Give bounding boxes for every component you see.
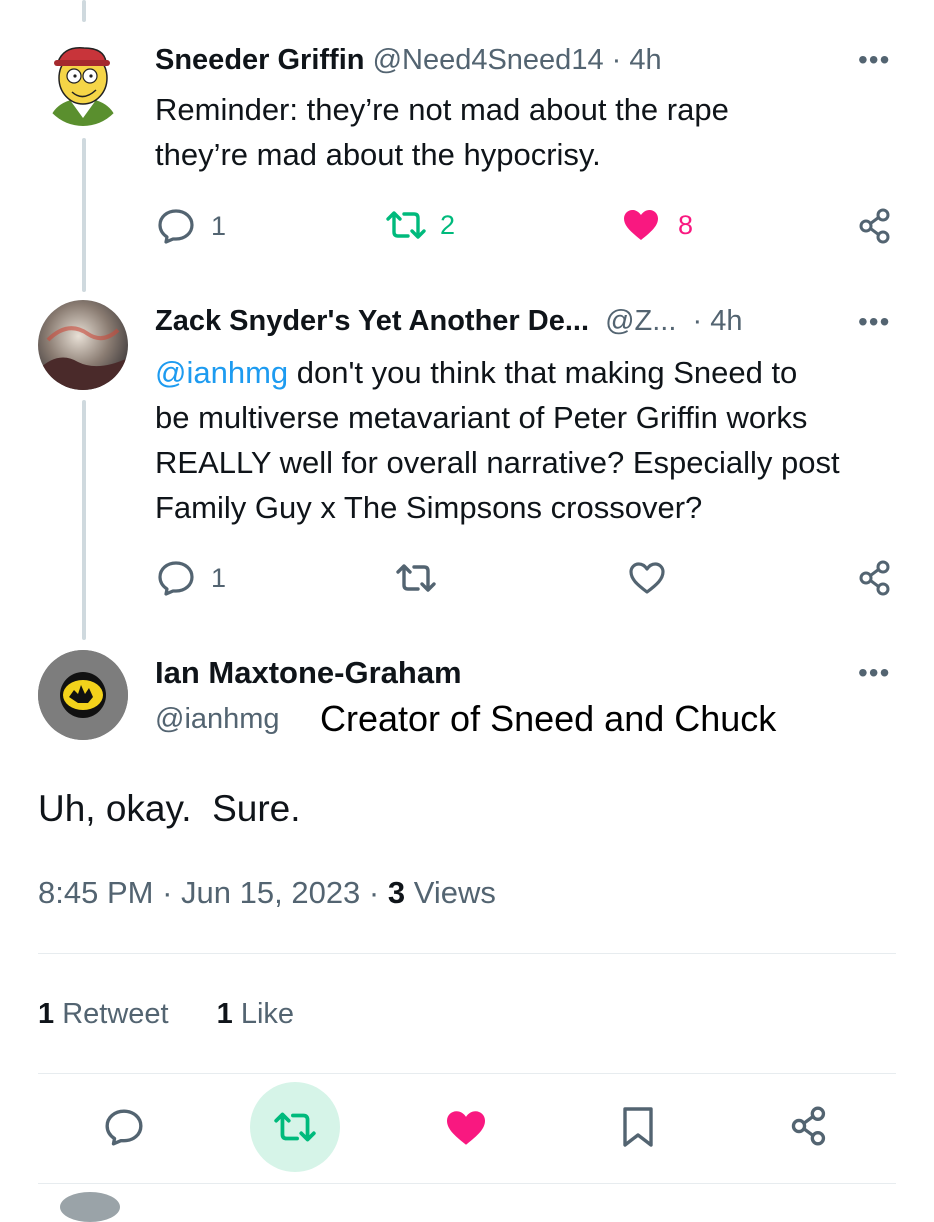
avatar[interactable] (40, 40, 126, 126)
bookmark-button[interactable] (621, 1106, 655, 1148)
separator: · (692, 305, 703, 337)
like-button[interactable]: 8 (622, 208, 693, 242)
display-name[interactable]: Zack Snyder's Yet Another De... (155, 305, 589, 337)
like-button[interactable] (628, 561, 666, 595)
tweet-text: Uh, okay. Sure. (38, 788, 301, 829)
retweets-stat[interactable]: 1 Retweet (38, 998, 177, 1030)
reply-icon (105, 1109, 143, 1146)
mention-link[interactable]: @ianhmg (155, 355, 288, 390)
divider (38, 1183, 896, 1184)
reply-button[interactable]: 1 (157, 560, 226, 596)
tweet-header: Zack Snyder's Yet Another De... @Z... · … (155, 303, 742, 339)
reply-count: 1 (211, 210, 227, 241)
share-button[interactable] (790, 1106, 828, 1146)
like-count: 8 (678, 209, 694, 240)
reply-icon (158, 209, 194, 244)
retweet-button[interactable] (250, 1082, 340, 1172)
tweet-header: Sneeder Griffin @Need4Sneed14 · 4h (155, 42, 662, 78)
user-handle[interactable]: @Need4Sneed14 (373, 44, 604, 76)
divider (38, 1073, 896, 1074)
user-handle[interactable]: @Z... (605, 305, 676, 337)
tweet-time[interactable]: 8:45 PM (38, 875, 153, 910)
tweet-text: Reminder: they’re not mad about the rape… (155, 87, 729, 177)
retweet-icon (386, 211, 426, 239)
tweet-text: @ianhmg don't you think that making Snee… (155, 350, 840, 530)
retweet-count: 2 (440, 209, 456, 240)
retweet-button[interactable]: 2 (384, 208, 455, 242)
tweet-text-fragment: don't you think that making Sneed to (288, 355, 798, 390)
heart-icon (624, 210, 658, 240)
heart-icon (447, 1111, 485, 1145)
reply-button[interactable]: 1 (157, 208, 226, 244)
overlay-annotation: Creator of Sneed and Chuck (320, 698, 777, 739)
bookmark-icon (623, 1107, 653, 1147)
tweet-text-line: be multiverse metavariant of Peter Griff… (155, 400, 808, 435)
divider (38, 953, 896, 954)
views-count: 3 (387, 875, 406, 910)
heart-icon (629, 562, 665, 594)
thread-line (82, 0, 86, 22)
engagement-stats: 1 Retweet 1 Like (38, 995, 294, 1033)
like-stat-label: Like (240, 998, 295, 1030)
thread-line (82, 400, 86, 640)
retweet-stat-count: 1 (38, 998, 55, 1030)
share-icon (791, 1106, 826, 1146)
tweet-text-line: they’re mad about the hypocrisy. (155, 137, 601, 172)
timestamp[interactable]: 4h (629, 44, 661, 76)
reply-button[interactable] (104, 1108, 144, 1146)
avatar[interactable] (38, 300, 128, 390)
avatar[interactable] (38, 650, 128, 740)
retweet-icon (396, 564, 436, 592)
display-name[interactable]: Sneeder Griffin (155, 44, 365, 76)
thread-line (82, 138, 86, 292)
tweet-text-line: Reminder: they’re not mad about the rape (155, 92, 729, 127)
retweet-stat-label: Retweet (62, 998, 169, 1030)
tweet-text-line: @ianhmg don't you think that making Snee… (155, 350, 840, 395)
timestamp[interactable]: 4h (710, 305, 742, 337)
retweet-icon (274, 1112, 316, 1142)
like-stat-count: 1 (216, 998, 233, 1030)
next-reply-avatar-edge (60, 1192, 120, 1222)
more-options-icon[interactable]: ••• (858, 46, 890, 74)
separator: · (368, 875, 380, 910)
tweet-date[interactable]: Jun 15, 2023 (181, 875, 360, 910)
share-icon (859, 560, 890, 596)
views-label: Views (413, 875, 496, 910)
likes-stat[interactable]: 1 Like (217, 998, 294, 1030)
share-icon (859, 208, 890, 244)
share-button[interactable] (858, 208, 892, 244)
reply-icon (158, 561, 194, 596)
tweet-text-line: REALLY well for overall narrative? Espec… (155, 445, 840, 480)
separator: · (611, 44, 622, 76)
tweet-meta: 8:45 PM · Jun 15, 2023 · 3 Views (38, 872, 496, 914)
more-options-icon[interactable]: ••• (858, 308, 890, 336)
retweet-button[interactable] (394, 561, 438, 595)
share-button[interactable] (858, 560, 892, 596)
separator: · (162, 875, 173, 910)
reply-count: 1 (211, 562, 227, 593)
author-handle[interactable]: @ianhmg (155, 700, 280, 738)
more-options-icon[interactable]: ••• (858, 659, 890, 687)
tweet-text-line: Family Guy x The Simpsons crossover? (155, 490, 703, 525)
like-button[interactable] (444, 1109, 488, 1147)
author-name[interactable]: Ian Maxtone-Graham (155, 654, 462, 692)
